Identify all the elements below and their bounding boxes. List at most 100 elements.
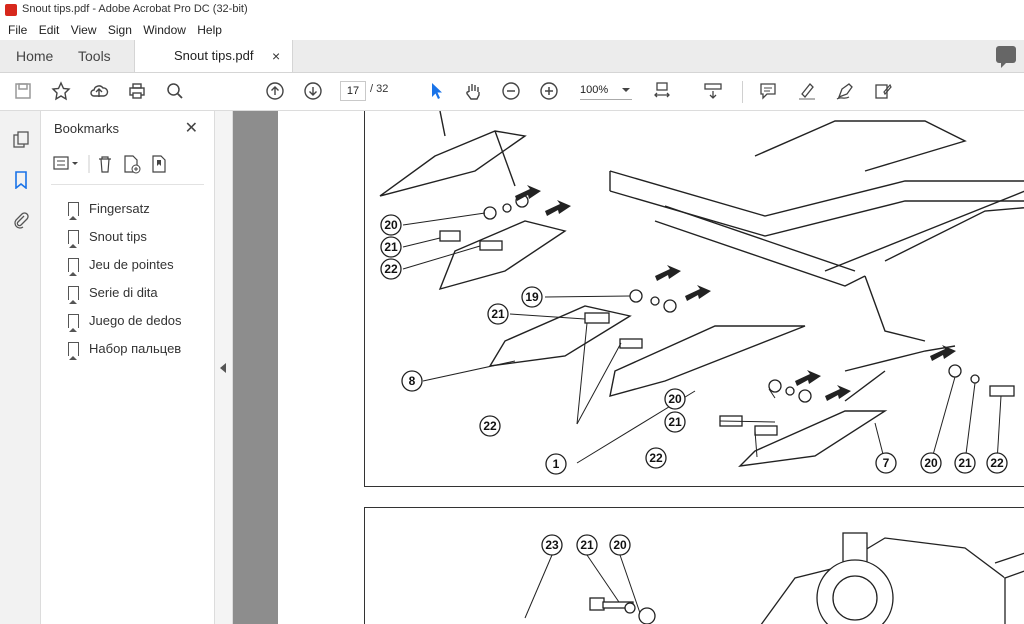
svg-text:22: 22: [649, 451, 663, 465]
tab-document[interactable]: Snout tips.pdf ×: [134, 40, 293, 72]
svg-text:21: 21: [668, 415, 682, 429]
svg-text:21: 21: [580, 538, 594, 552]
acrobat-app-icon: [5, 4, 17, 16]
page-number-input[interactable]: 17: [340, 81, 366, 101]
menu-sign[interactable]: Sign: [108, 23, 132, 37]
callout-22: 22: [986, 452, 1008, 474]
gearbox-diagram-frame: 23 21 20: [364, 507, 1024, 624]
comment-chat-icon[interactable]: [996, 46, 1016, 68]
callout-20: 20: [664, 388, 686, 410]
callout-22: 22: [645, 447, 667, 469]
fill-sign-icon[interactable]: [872, 80, 894, 102]
svg-text:21: 21: [491, 307, 505, 321]
bookmark-label: Serie di dita: [89, 285, 158, 300]
menu-bar: File Edit View Sign Window Help: [0, 20, 1024, 40]
svg-text:21: 21: [384, 240, 398, 254]
callout-22: 22: [380, 258, 402, 280]
callout-20: 20: [380, 214, 402, 236]
toolbar-separator: [742, 81, 743, 103]
select-cursor-icon[interactable]: [425, 80, 447, 102]
bookmark-item[interactable]: Serie di dita: [65, 279, 182, 307]
bookmark-item[interactable]: Juego de dedos: [65, 307, 182, 335]
bookmark-item[interactable]: Jeu de pointes: [65, 251, 182, 279]
menu-window[interactable]: Window: [143, 23, 186, 37]
bookmark-label: Juego de dedos: [89, 313, 182, 328]
svg-text:19: 19: [525, 290, 539, 304]
tab-document-label: Snout tips.pdf: [174, 48, 254, 63]
page-thumbnails-icon[interactable]: [12, 131, 30, 149]
bookmark-from-selection-icon[interactable]: [152, 155, 166, 173]
menu-help[interactable]: Help: [197, 23, 222, 37]
page-total: / 32: [370, 83, 389, 95]
window-title: Snout tips.pdf - Adobe Acrobat Pro DC (3…: [22, 3, 248, 15]
bookmarks-toolbar: [53, 153, 193, 175]
callout-1: 1: [545, 453, 567, 475]
svg-text:22: 22: [384, 262, 398, 276]
callout-23: 23: [541, 534, 563, 556]
callout-21: 21: [664, 411, 686, 433]
bookmark-flag-icon: [68, 342, 79, 360]
tab-tools[interactable]: Tools: [78, 40, 111, 72]
bookmark-flag-icon: [68, 314, 79, 332]
previous-page-icon[interactable]: [264, 80, 286, 102]
bookmark-flag-icon: [68, 230, 79, 248]
title-bar: Snout tips.pdf - Adobe Acrobat Pro DC (3…: [0, 0, 1024, 21]
bookmark-label: Snout tips: [89, 229, 147, 244]
callout-21: 21: [576, 534, 598, 556]
next-page-icon[interactable]: [302, 80, 324, 102]
svg-text:21: 21: [958, 456, 972, 470]
bookmark-flag-icon: [68, 202, 79, 220]
comment-icon[interactable]: [757, 80, 779, 102]
attachments-paperclip-icon[interactable]: [12, 211, 30, 229]
callout-7: 7: [875, 452, 897, 474]
sign-pen-icon[interactable]: [834, 80, 856, 102]
navigation-rail: [0, 111, 41, 624]
main-toolbar: 17 / 32 100%: [0, 73, 1024, 111]
hand-tool-icon[interactable]: [462, 80, 484, 102]
zoom-level-select[interactable]: 100%: [580, 81, 632, 100]
bookmark-star-icon[interactable]: [50, 80, 72, 102]
bookmarks-panel: Bookmarks ✕ Fingersatz Snout tips Jeu de…: [41, 111, 215, 624]
zoom-caret-icon: [622, 88, 630, 92]
highlight-pen-icon[interactable]: [796, 80, 818, 102]
parts-exploded-diagram: 20 21 22 19 21 8 22 1 20 21 22 7 20 21 2…: [379, 111, 1024, 475]
callout-8: 8: [401, 370, 423, 392]
upload-cloud-icon[interactable]: [88, 80, 110, 102]
document-gutter: [233, 111, 278, 624]
page-fit-icon[interactable]: [652, 80, 674, 102]
delete-bookmark-icon[interactable]: [99, 156, 111, 173]
new-bookmark-icon[interactable]: [124, 155, 141, 174]
menu-edit[interactable]: Edit: [39, 23, 60, 37]
print-icon[interactable]: [126, 80, 148, 102]
bookmark-item[interactable]: Набор пальцев: [65, 335, 182, 363]
svg-text:22: 22: [990, 456, 1004, 470]
menu-file[interactable]: File: [8, 23, 27, 37]
search-zoom-icon[interactable]: [164, 80, 186, 102]
tab-close-icon[interactable]: ×: [272, 40, 280, 72]
options-list-icon[interactable]: [53, 156, 78, 170]
bookmarks-icon[interactable]: [12, 171, 30, 190]
exploded-diagram-frame: 20 21 22 19 21 8 22 1 20 21 22 7 20 21 2…: [364, 111, 1024, 487]
zoom-in-icon[interactable]: [538, 80, 560, 102]
svg-text:7: 7: [883, 456, 890, 470]
bookmarks-divider: [51, 184, 204, 185]
scroll-mode-icon[interactable]: [702, 80, 724, 102]
collapse-panel-arrow-icon[interactable]: [220, 363, 226, 373]
tab-bar: Home Tools Snout tips.pdf ×: [0, 40, 1024, 73]
svg-text:20: 20: [384, 218, 398, 232]
menu-view[interactable]: View: [71, 23, 97, 37]
document-viewport[interactable]: 20 21 22 19 21 8 22 1 20 21 22 7 20 21 2…: [278, 111, 1024, 624]
tab-home[interactable]: Home: [16, 40, 53, 72]
bookmark-item[interactable]: Fingersatz: [65, 195, 182, 223]
panel-splitter[interactable]: [215, 111, 233, 624]
bookmark-item[interactable]: Snout tips: [65, 223, 182, 251]
svg-text:20: 20: [924, 456, 938, 470]
callout-21: 21: [954, 452, 976, 474]
close-panel-icon[interactable]: ✕: [185, 118, 198, 138]
callout-19: 19: [521, 286, 543, 308]
svg-text:8: 8: [409, 374, 416, 388]
bookmark-flag-icon: [68, 258, 79, 276]
callout-20: 20: [609, 534, 631, 556]
zoom-out-icon[interactable]: [500, 80, 522, 102]
save-icon[interactable]: [12, 80, 34, 102]
